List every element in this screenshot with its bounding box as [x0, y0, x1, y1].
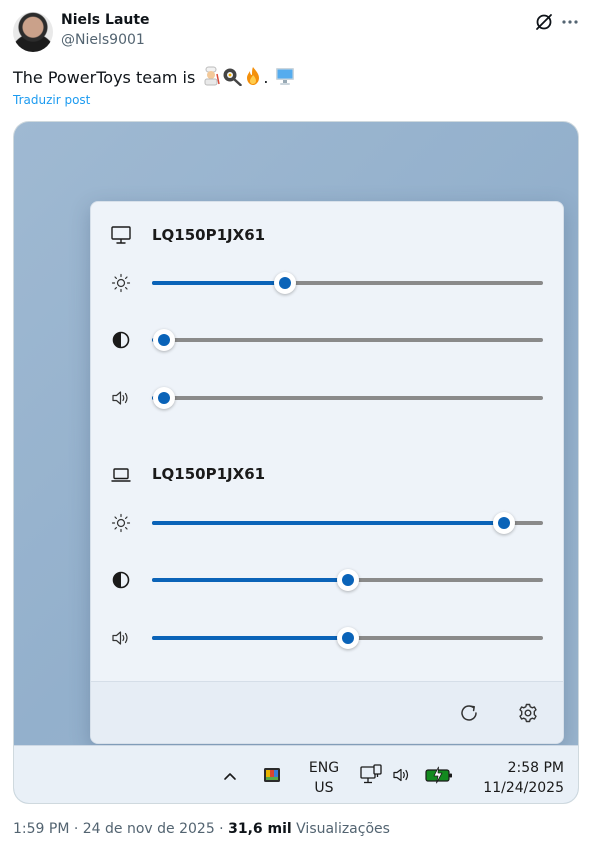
input-language-indicator[interactable]: ENG US: [304, 758, 344, 798]
fire-emoji-icon: [247, 67, 260, 85]
show-hidden-icons-chevron-up-icon[interactable]: [220, 766, 240, 786]
language-code: ENG: [308, 760, 340, 776]
grok-icon[interactable]: [534, 12, 554, 32]
monitor-1-name: LQ150P1JX61: [152, 226, 266, 244]
taskbar-clock[interactable]: 2:58 PM 11/24/2025: [464, 758, 564, 798]
slider-fill: [152, 281, 285, 285]
more-options-icon[interactable]: [560, 12, 580, 32]
tweet-period: .: [263, 68, 269, 87]
keyboard-layout: US: [314, 780, 334, 796]
settings-gear-icon[interactable]: [515, 700, 541, 726]
monitor-emoji-icon: [275, 68, 294, 85]
monitor-1-volume-slider[interactable]: [152, 387, 543, 409]
tweet-media[interactable]: LQ150P1JX61 LQ150P1JX61 ENG US 2:58 PM 1…: [13, 121, 579, 804]
slider-fill: [152, 521, 504, 525]
monitor-2-contrast-slider[interactable]: [152, 569, 543, 591]
brightness-icon: [111, 273, 131, 293]
views-label: Visualizações: [291, 821, 390, 837]
tweet-meta: 1:59 PM · 24 de nov de 2025 · 31,6 mil V…: [13, 821, 390, 837]
slider-thumb[interactable]: [336, 627, 359, 649]
author-name[interactable]: Niels Laute: [61, 12, 150, 28]
laptop-icon: [111, 468, 131, 482]
refresh-icon[interactable]: [456, 700, 482, 726]
author-handle[interactable]: @Niels9001: [61, 32, 145, 48]
battery-charging-icon[interactable]: [424, 765, 454, 785]
slider-track: [152, 396, 543, 400]
frying-pan-emoji-icon: [223, 68, 243, 86]
monitor-1-contrast-slider[interactable]: [152, 329, 543, 351]
brightness-icon: [111, 513, 131, 533]
views-count: 31,6 mil: [228, 821, 292, 837]
slider-track: [152, 338, 543, 342]
clock-date: 11/24/2025: [483, 780, 564, 796]
contrast-icon: [112, 331, 130, 349]
speaker-volume-icon[interactable]: [392, 765, 412, 785]
contrast-icon: [112, 571, 130, 589]
slider-thumb[interactable]: [273, 272, 296, 294]
post-timestamp[interactable]: 1:59 PM · 24 de nov de 2025 ·: [13, 821, 228, 837]
volume-icon: [112, 631, 128, 645]
slider-thumb[interactable]: [152, 329, 175, 351]
translate-post-link[interactable]: Traduzir post: [13, 93, 90, 107]
tweet-text: The PowerToys team is .: [13, 66, 295, 87]
network-ethernet-icon[interactable]: [359, 763, 383, 787]
slider-fill: [152, 578, 348, 582]
flyout-footer: [91, 681, 563, 743]
slider-fill: [152, 636, 348, 640]
monitor-control-flyout: LQ150P1JX61 LQ150P1JX61: [90, 201, 564, 744]
slider-thumb[interactable]: [152, 387, 175, 409]
volume-icon: [112, 391, 128, 405]
desktop-monitor-icon: [111, 226, 131, 244]
monitor-2-brightness-slider[interactable]: [152, 512, 543, 534]
monitor-2-name: LQ150P1JX61: [152, 465, 266, 483]
powertoys-tray-icon[interactable]: [262, 765, 282, 785]
slider-thumb[interactable]: [492, 512, 515, 534]
cook-emoji-icon: [204, 66, 221, 86]
monitor-1-brightness-slider[interactable]: [152, 272, 543, 294]
windows-taskbar: ENG US 2:58 PM 11/24/2025: [14, 745, 578, 803]
clock-time: 2:58 PM: [507, 760, 564, 776]
author-avatar[interactable]: [13, 12, 53, 52]
slider-thumb[interactable]: [336, 569, 359, 591]
monitor-2-volume-slider[interactable]: [152, 627, 543, 649]
tweet-body: The PowerToys team is: [13, 68, 201, 87]
